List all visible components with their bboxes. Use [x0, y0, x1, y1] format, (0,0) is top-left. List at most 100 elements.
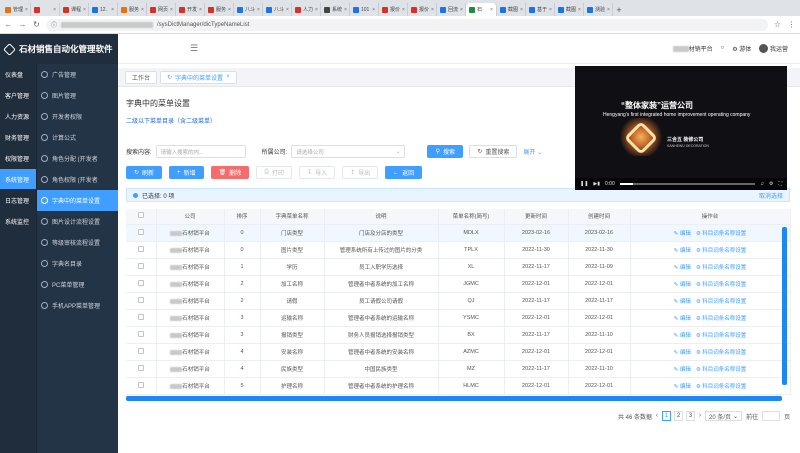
edit-button[interactable]: ✎ 编辑 [674, 248, 691, 254]
back-button[interactable]: ← 返回 [385, 166, 423, 179]
settings-icon[interactable]: ⚙ [769, 181, 773, 187]
hamburger-icon[interactable]: ☰ [190, 43, 198, 54]
edit-button[interactable]: ✎ 编辑 [674, 265, 691, 271]
close-icon[interactable]: × [83, 7, 86, 13]
row-checkbox[interactable] [137, 262, 144, 269]
submenu-item[interactable]: 广告管理 [37, 64, 118, 85]
print-button[interactable]: ⎙ 打印 [256, 166, 293, 179]
row-checkbox[interactable] [137, 381, 144, 388]
browser-tab[interactable]: 截图 × [497, 3, 526, 16]
submenu-link[interactable]: 二级以下菜单目录（含二级菜单） [126, 116, 216, 125]
browser-tab[interactable]: 回流 × [437, 3, 466, 16]
reload-icon[interactable]: ↻ [32, 20, 41, 29]
table-row[interactable]: 石材销平台 5 护理名称 管理者中者系统的护理名称 HLMC 2022-12-01 2022… [126, 377, 791, 395]
subject-setup-button[interactable]: ⚙ 科目词条名称设置 [696, 265, 746, 271]
table-row[interactable]: 石材销平台 4 安装名称 管理者中者系统的安装名称 AZMC 2022-12-01 2022… [126, 343, 791, 361]
company-select[interactable]: 请选择公司 ⌄ [291, 145, 406, 158]
submenu-item[interactable]: PC菜单管理 [37, 274, 118, 295]
refresh-button[interactable]: ↻ 刷新 [126, 166, 163, 179]
close-icon[interactable]: × [257, 7, 260, 13]
submenu-item[interactable]: 图片管理 [37, 85, 118, 106]
reset-search-button[interactable]: ↻ 重置搜索 [469, 145, 518, 158]
close-icon[interactable]: × [141, 7, 144, 13]
table-row[interactable]: 石材销平台 0 门店类型 门店及分店的类型 MDLX 2023-02-16 2023-02-… [126, 224, 791, 242]
close-icon[interactable]: × [111, 7, 114, 13]
subject-setup-button[interactable]: ⚙ 科目词条名称设置 [696, 384, 746, 390]
edit-button[interactable]: ✎ 编辑 [674, 367, 691, 373]
close-icon[interactable]: × [228, 7, 231, 13]
sidebar-menu-item[interactable]: 仪表盘 [0, 64, 36, 84]
horizontal-scrollbar[interactable] [126, 396, 782, 401]
video-progress[interactable] [619, 183, 756, 185]
url-field[interactable]: ⓘ /sysDictManager/dicTypeNameList [46, 18, 768, 31]
back-icon[interactable]: ← [4, 20, 13, 29]
edit-button[interactable]: ✎ 编辑 [674, 316, 691, 322]
close-icon[interactable]: × [53, 7, 56, 13]
edit-button[interactable]: ✎ 编辑 [674, 282, 691, 288]
video-ad[interactable]: “整体家装”运营公司 Hengyang's first integrated h… [575, 66, 787, 190]
browser-tab[interactable]: 测验 × [584, 3, 613, 16]
export-button[interactable]: ↥ 导出 [342, 166, 379, 179]
table-row[interactable]: 石材销平台 3 运输名称 管理者中者系统的运输名称 YSMC 2022-12-01 2022… [126, 309, 791, 327]
browser-tab[interactable]: 报价 × [408, 3, 437, 16]
edit-button[interactable]: ✎ 编辑 [674, 333, 691, 339]
sidebar-menu-item[interactable]: 人力资源 [0, 106, 36, 126]
search-input[interactable]: 请输入搜索的内... [155, 145, 246, 158]
submenu-item[interactable]: 字典名目录 [37, 253, 118, 274]
row-checkbox[interactable] [137, 364, 144, 371]
select-all-checkbox[interactable] [137, 212, 144, 219]
page-size-select[interactable]: 20 条/页 ⌄ [705, 411, 743, 421]
browser-tab[interactable]: 截图 × [555, 3, 584, 16]
subject-setup-button[interactable]: ⚙ 科目词条名称设置 [696, 316, 746, 322]
row-checkbox[interactable] [137, 228, 144, 235]
submenu-item[interactable]: 角色分配 (开发者 [37, 148, 118, 169]
prev-page-icon[interactable]: ‹ [656, 413, 658, 419]
expand-link[interactable]: 展开 ⌄ [523, 147, 542, 156]
browser-tab[interactable]: × [31, 3, 60, 16]
volume-icon[interactable]: ♫ [760, 181, 764, 187]
menu-icon[interactable]: ⋮ [787, 20, 796, 29]
delete-button[interactable]: 🗑 删除 [210, 166, 250, 179]
row-checkbox[interactable] [137, 296, 144, 303]
close-icon[interactable]: × [344, 7, 347, 13]
row-checkbox[interactable] [137, 313, 144, 320]
submenu-item[interactable]: 角色权限 (开发者 [37, 169, 118, 190]
browser-tab[interactable]: 管理 × [2, 3, 31, 16]
goto-page-input[interactable] [762, 411, 781, 421]
forward-icon[interactable]: → [18, 20, 27, 29]
page-tab[interactable]: ↻ 字典中的菜单设置 × [160, 70, 237, 84]
browser-tab[interactable]: 服务 × [205, 3, 234, 16]
table-row[interactable]: 石材销平台 1 学历 员工入职学历选择 XL 2022-11-17 2022-11-09 ✎ … [126, 258, 791, 276]
sidebar-menu-item[interactable]: 财务管理 [0, 127, 36, 147]
user-menu[interactable]: 我运营 [759, 44, 788, 54]
edit-button[interactable]: ✎ 编辑 [674, 299, 691, 305]
theme-switcher[interactable]: ⚙ 游体 [732, 44, 751, 53]
browser-tab[interactable]: 基于 × [526, 3, 555, 16]
subject-setup-button[interactable]: ⚙ 科目词条名称设置 [696, 282, 746, 288]
browser-tab[interactable]: 八斗 × [263, 3, 292, 16]
subject-setup-button[interactable]: ⚙ 科目词条名称设置 [696, 367, 746, 373]
edit-button[interactable]: ✎ 编辑 [674, 384, 691, 390]
close-icon[interactable]: × [372, 7, 375, 13]
browser-tab[interactable]: 服务 × [118, 3, 147, 16]
browser-tab[interactable]: 开发 × [176, 3, 205, 16]
row-checkbox[interactable] [137, 245, 144, 252]
fullscreen-icon[interactable]: ⛶ [778, 181, 782, 187]
subject-setup-button[interactable]: ⚙ 科目词条名称设置 [696, 350, 746, 356]
page-number[interactable]: 2 [674, 411, 684, 421]
close-icon[interactable]: × [315, 7, 318, 13]
sidebar-menu-item[interactable]: 日志管理 [0, 190, 36, 210]
row-checkbox[interactable] [137, 330, 144, 337]
close-icon[interactable]: × [402, 7, 405, 13]
browser-tab[interactable]: 网页 × [147, 3, 176, 16]
next-page-icon[interactable]: › [699, 413, 701, 419]
vertical-scrollbar[interactable] [782, 227, 787, 385]
submenu-item[interactable]: 等级审核流程设置 [37, 232, 118, 253]
close-icon[interactable]: × [578, 7, 581, 13]
browser-tab[interactable]: 八斗 × [234, 3, 263, 16]
close-icon[interactable]: × [199, 7, 202, 13]
search-button[interactable]: ⚲ 搜索 [427, 145, 464, 158]
subject-setup-button[interactable]: ⚙ 科目词条名称设置 [696, 248, 746, 254]
close-icon[interactable]: × [460, 7, 463, 13]
close-icon[interactable]: × [549, 7, 552, 13]
